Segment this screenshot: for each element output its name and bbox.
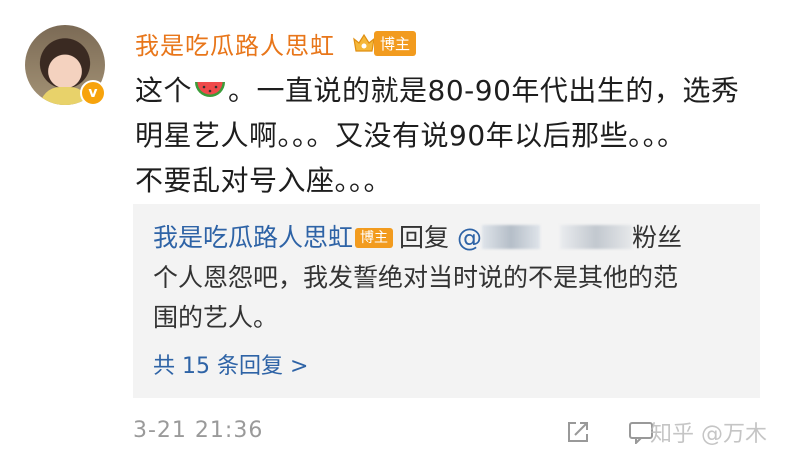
reply-text: 我是吃瓜路人思虹 博主 回复 @ 粉丝 个人恩怨吧，我发誓绝对当时说的不是其他的范 围…	[153, 218, 743, 338]
reply-username[interactable]: 我是吃瓜路人思虹	[153, 223, 353, 252]
verified-badge-icon: v	[80, 80, 106, 106]
blurred-text	[559, 225, 632, 249]
share-icon[interactable]	[566, 420, 590, 444]
reply-line-2: 个人恩怨吧，我发誓绝对当时说的不是其他的范	[153, 263, 679, 292]
mention-at: @	[456, 223, 482, 252]
blurred-mention-name	[481, 225, 540, 249]
post-content-line-2: 明星艺人啊。。。又没有说90年以后那些。。。	[135, 119, 686, 152]
watermark: 知乎 @万木	[650, 422, 767, 447]
more-replies-link[interactable]: 共 15 条回复 >	[153, 348, 308, 380]
reply-role-badge: 博主	[355, 228, 394, 248]
reply-line-1: 我是吃瓜路人思虹 博主 回复 @ 粉丝	[153, 218, 743, 258]
crown-icon	[353, 33, 375, 52]
reply-line-3: 围的艺人。	[153, 303, 279, 332]
post-content-line-1: 这个 。一直说的就是80-90年代出生的，选秀	[135, 68, 765, 113]
timestamp: 3-21 21:36	[133, 418, 264, 443]
role-badge: 博主	[352, 30, 417, 56]
reply-word: 回复	[399, 223, 450, 252]
watermelon-icon	[195, 82, 226, 97]
post-text-segment: 。一直说的就是80-90年代出生的，选秀	[228, 74, 740, 107]
post-username[interactable]: 我是吃瓜路人思虹	[135, 26, 335, 61]
reply-box[interactable]: 我是吃瓜路人思虹 博主 回复 @ 粉丝 个人恩怨吧，我发誓绝对当时说的不是其他的范 围…	[133, 204, 760, 398]
role-badge-label: 博主	[374, 30, 417, 56]
post-content: 这个 。一直说的就是80-90年代出生的，选秀 明星艺人啊。。。又没有说90年以…	[135, 68, 765, 203]
post-text-segment: 这个	[135, 74, 193, 107]
reply-text-after-mention: 粉丝	[631, 223, 682, 252]
post-content-line-3: 不要乱对号入座。。。	[135, 164, 393, 197]
mention-link[interactable]: @	[457, 223, 540, 252]
